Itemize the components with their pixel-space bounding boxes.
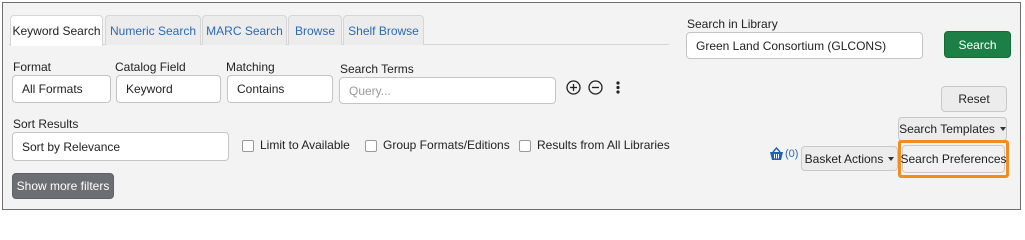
minus-circle-icon[interactable] [588, 80, 603, 95]
show-more-filters-button[interactable]: Show more filters [12, 173, 114, 199]
tab-numeric-search[interactable]: Numeric Search [105, 15, 201, 45]
search-button[interactable]: Search [944, 31, 1011, 58]
limit-available-label: Limit to Available [260, 138, 350, 152]
basket-icon[interactable] [768, 147, 785, 161]
library-select[interactable]: Green Land Consortium (GLCONS) [686, 32, 923, 59]
catalog-field-select[interactable]: Keyword [116, 75, 221, 103]
search-library-label: Search in Library [687, 17, 778, 31]
plus-circle-icon[interactable] [566, 80, 581, 95]
search-terms-label: Search Terms [340, 62, 414, 76]
basket-count[interactable]: (0) [785, 148, 798, 160]
catalog-field-label: Catalog Field [115, 60, 186, 74]
all-libraries-label: Results from All Libraries [537, 138, 670, 152]
search-preferences-button[interactable]: Search Preferences [900, 145, 1007, 173]
tab-shelf-browse[interactable]: Shelf Browse [343, 15, 424, 45]
search-terms-input[interactable]: Query... [339, 77, 556, 104]
all-libraries-checkbox[interactable] [519, 140, 531, 152]
search-templates-button[interactable]: Search Templates [898, 117, 1007, 141]
tab-keyword-search[interactable]: Keyword Search [10, 15, 103, 46]
chevron-down-icon [999, 127, 1006, 131]
basket-actions-button[interactable]: Basket Actions [801, 146, 898, 171]
tab-browse[interactable]: Browse [288, 15, 342, 45]
sort-results-select[interactable]: Sort by Relevance [12, 132, 229, 161]
sort-results-label: Sort Results [13, 117, 79, 131]
reset-button[interactable]: Reset [941, 86, 1007, 112]
group-formats-checkbox[interactable] [365, 140, 377, 152]
tab-marc-search[interactable]: MARC Search [202, 15, 287, 45]
group-formats-label: Group Formats/Editions [383, 138, 510, 152]
kebab-menu-icon[interactable] [615, 80, 621, 95]
format-select[interactable]: All Formats [12, 75, 111, 103]
search-templates-label: Search Templates [899, 122, 995, 136]
format-label: Format [13, 60, 52, 74]
basket-actions-label: Basket Actions [804, 151, 884, 166]
matching-select[interactable]: Contains [227, 75, 333, 103]
chevron-down-icon [888, 156, 895, 161]
limit-available-checkbox[interactable] [242, 140, 254, 152]
matching-label: Matching [226, 60, 275, 74]
